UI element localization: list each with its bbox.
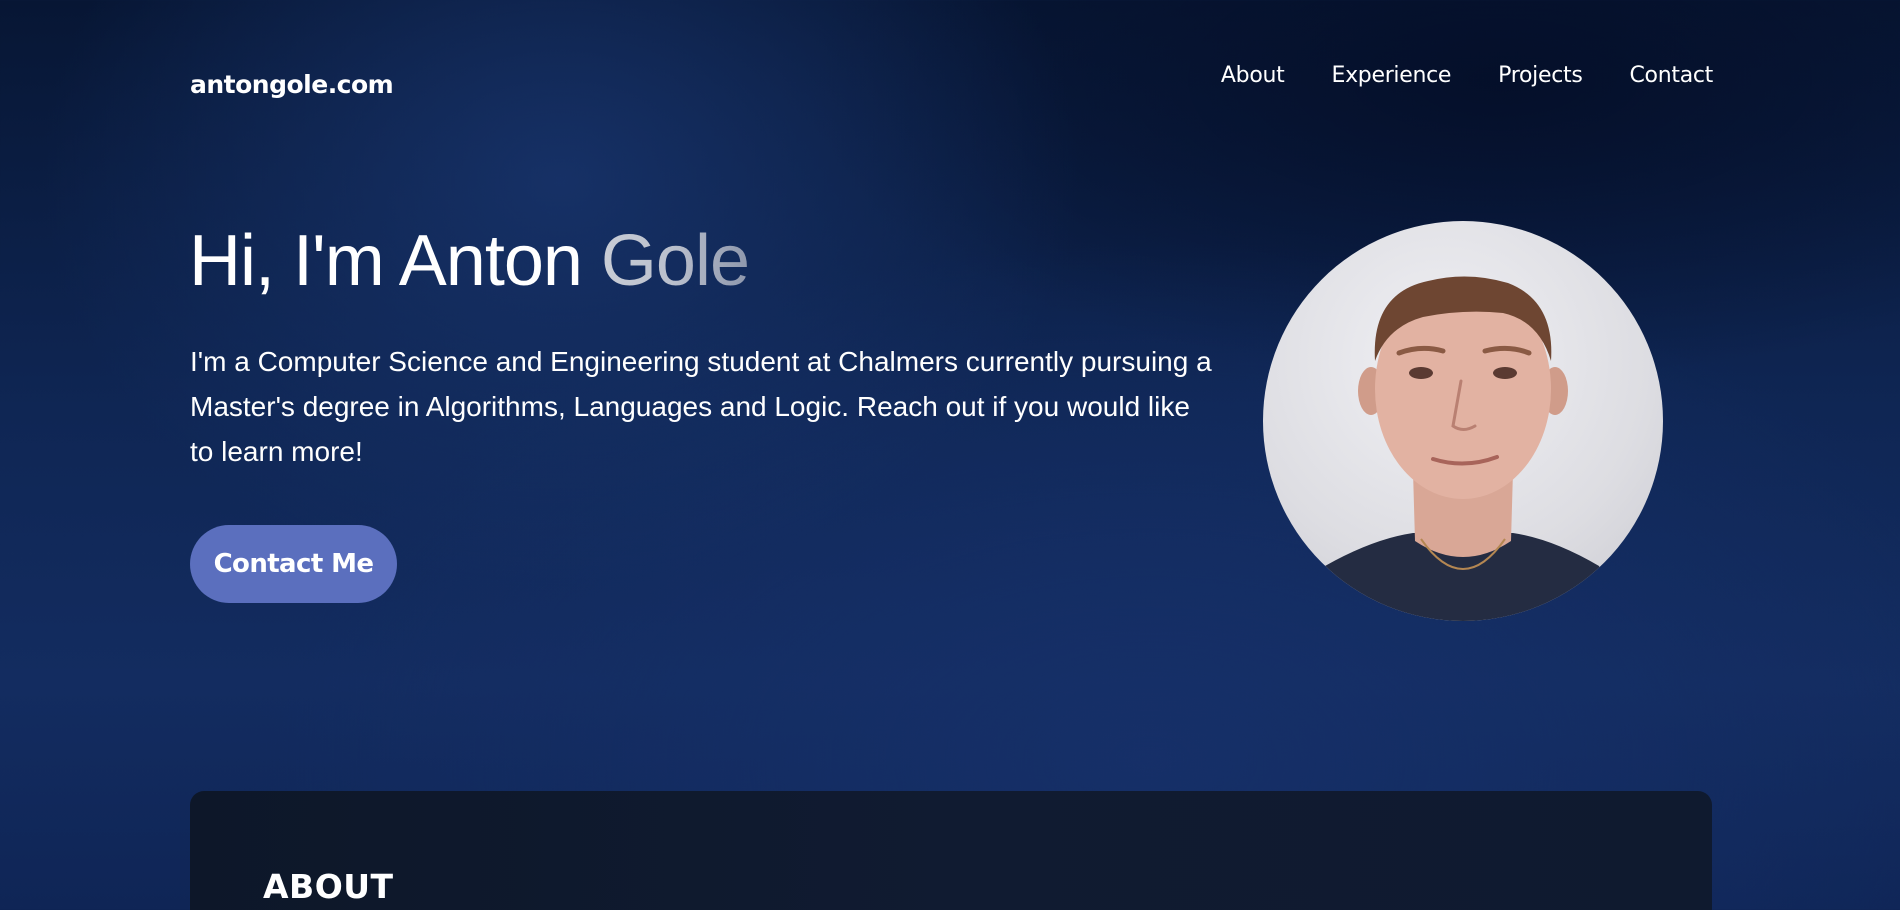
hero-title: Hi, I'm Anton Gole (189, 218, 750, 304)
main-nav: About Experience Projects Contact (1221, 63, 1713, 88)
hero-title-surname: Gole (600, 221, 750, 301)
hero-title-name: Hi, I'm Anton (189, 221, 601, 301)
contact-me-button[interactable]: Contact Me (190, 525, 397, 603)
avatar-portrait (1303, 276, 1623, 621)
page: antongole.com About Experience Projects … (0, 0, 1900, 910)
about-section: ABOUT (190, 791, 1712, 910)
nav-link-experience[interactable]: Experience (1331, 63, 1451, 88)
nav-link-projects[interactable]: Projects (1498, 63, 1583, 88)
nav-link-about[interactable]: About (1221, 63, 1285, 88)
hero-description: I'm a Computer Science and Engineering s… (190, 346, 1212, 467)
avatar (1263, 221, 1663, 621)
about-heading: ABOUT (263, 867, 394, 906)
site-logo[interactable]: antongole.com (190, 70, 394, 99)
nav-link-contact[interactable]: Contact (1630, 63, 1714, 88)
